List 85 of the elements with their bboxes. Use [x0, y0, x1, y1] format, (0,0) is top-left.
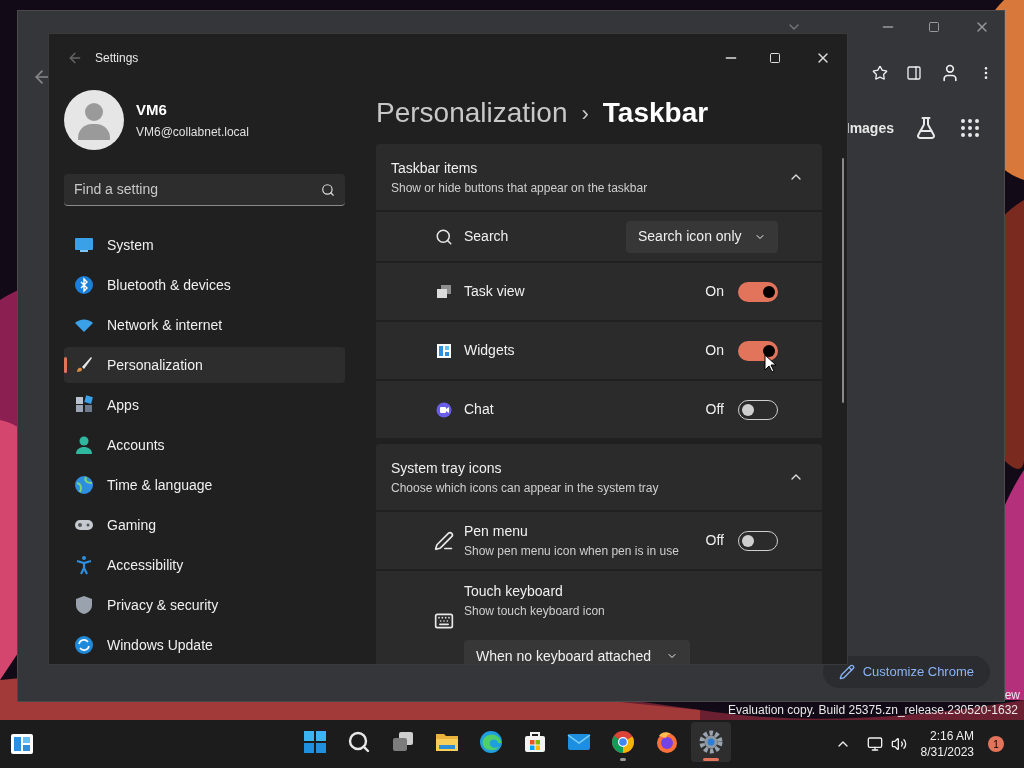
breadcrumb-parent[interactable]: Personalization	[376, 92, 568, 134]
chat-icon	[436, 401, 452, 418]
cursor-icon	[764, 354, 776, 373]
search-icon	[347, 730, 371, 754]
nav-item[interactable]: Accounts	[64, 427, 345, 463]
window-title: Settings	[95, 50, 139, 67]
accessibility-icon	[74, 555, 94, 575]
pen-icon	[434, 530, 454, 551]
nav-item[interactable]: Personalization	[64, 347, 345, 383]
edge-icon	[479, 730, 503, 754]
search-field[interactable]: Find a setting	[64, 174, 345, 206]
notification-badge[interactable]: 1	[988, 736, 1004, 752]
profile-icon[interactable]	[940, 63, 960, 83]
monitor-icon	[74, 237, 94, 253]
user-name: VM6	[136, 99, 168, 120]
back-icon[interactable]	[67, 50, 83, 66]
nav-item[interactable]: Privacy & security	[64, 587, 345, 623]
keyboard-icon	[434, 611, 454, 631]
toggle-switch[interactable]	[738, 340, 778, 361]
setting-description: Show pen menu icon when pen is in use	[464, 543, 679, 560]
chrome-icon	[611, 730, 635, 754]
store-icon	[523, 730, 547, 754]
toggle-state: Off	[705, 531, 724, 550]
star-icon[interactable]	[872, 65, 888, 81]
widgets-icon	[436, 342, 452, 359]
toggle-state: On	[705, 341, 724, 360]
bluetooth-icon	[74, 275, 94, 295]
nav-item[interactable]: Gaming	[64, 507, 345, 543]
sync-icon	[74, 635, 94, 655]
task-view-icon	[436, 283, 452, 300]
search-icon	[321, 182, 335, 197]
toggle-switch[interactable]	[738, 281, 778, 302]
section-title: Taskbar items	[391, 158, 479, 178]
customize-chrome-button[interactable]: Customize Chrome	[822, 656, 990, 688]
toggle-state: Off	[705, 400, 724, 419]
dropdown[interactable]: Search icon only	[626, 220, 778, 253]
network-icon[interactable]	[866, 736, 883, 752]
page-title: Taskbar	[602, 96, 709, 130]
user-email: VM6@collabnet.local	[136, 124, 249, 142]
setting-label: Task view	[464, 282, 525, 301]
clock[interactable]: 2:16 AM 8/31/2023	[920, 728, 974, 760]
gear-taskbar-button[interactable]	[691, 722, 731, 762]
side-panel-icon[interactable]	[906, 65, 922, 81]
images-link[interactable]: Images	[845, 117, 894, 139]
search-icon	[435, 227, 453, 246]
section-subtitle: Choose which icons can appear in the system tray	[391, 479, 659, 497]
toggle-state: On	[705, 282, 724, 301]
section-header[interactable]: System tray icons Choose which icons can appear in the system tray	[376, 444, 822, 510]
section-header[interactable]: Taskbar items Show or hide buttons that appear on the taskbar	[376, 144, 822, 210]
pencil-icon	[838, 664, 855, 680]
shield-icon	[74, 595, 94, 615]
breadcrumb-separator: ›	[581, 99, 589, 128]
windows-logo-icon	[303, 730, 327, 754]
gamepad-icon	[74, 517, 94, 533]
firefox-icon	[655, 730, 679, 754]
avatar	[64, 90, 124, 150]
setting-description: Show touch keyboard icon	[464, 603, 606, 620]
dropdown[interactable]: When no keyboard attached	[464, 640, 690, 664]
section-title: System tray icons	[391, 458, 503, 478]
flask-icon[interactable]	[914, 116, 938, 140]
setting-label: Chat	[464, 400, 494, 419]
gear-icon	[699, 730, 723, 754]
nav-item[interactable]: Network & internet	[64, 307, 345, 343]
setting-label: Widgets	[464, 341, 515, 360]
section-subtitle: Show or hide buttons that appear on the taskbar	[391, 179, 648, 197]
widgets-icon[interactable]	[10, 732, 34, 756]
nav-item[interactable]: Time & language	[64, 467, 345, 503]
setting-label: Pen menu	[464, 522, 529, 541]
setting-label: Touch keyboard	[464, 582, 564, 601]
apps-icon	[74, 395, 94, 415]
volume-icon[interactable]	[890, 736, 907, 752]
setting-label: Search	[464, 227, 509, 246]
person-icon	[74, 435, 94, 455]
apps-grid-icon[interactable]	[958, 116, 982, 140]
nav-item[interactable]: Bluetooth & devices	[64, 267, 345, 303]
nav-item[interactable]: Windows Update	[64, 627, 345, 663]
task-view-icon	[391, 730, 415, 754]
nav-item[interactable]: Apps	[64, 387, 345, 423]
wifi-icon	[74, 317, 94, 333]
brush-icon	[74, 355, 94, 375]
nav-item[interactable]: System	[64, 227, 345, 263]
nav-item[interactable]: Accessibility	[64, 547, 345, 583]
watermark-text: ew	[1004, 687, 1020, 704]
globe-icon	[74, 475, 94, 495]
watermark-text: Evaluation copy. Build 25375.zn_release.230520-1632	[728, 702, 1018, 719]
